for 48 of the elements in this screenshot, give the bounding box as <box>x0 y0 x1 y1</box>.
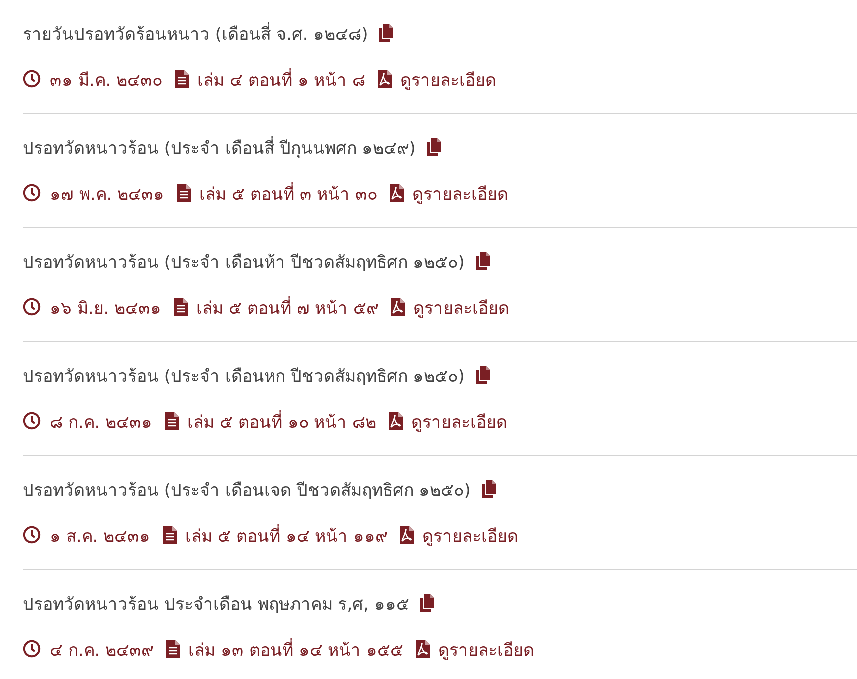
clock-icon <box>23 640 41 658</box>
pdf-file-icon <box>416 640 430 658</box>
details-link[interactable]: ดูรายละเอียด <box>400 66 497 92</box>
pdf-file-icon <box>378 70 392 88</box>
details-link[interactable]: ดูรายละเอียด <box>422 522 519 548</box>
publish-date: ๑๖ มิ.ย. ๒๔๓๑ <box>50 298 162 320</box>
entry-title: ปรอทวัดหนาวร้อน (ประจำ เดือนห้า ปีชวดสัมฤทธิศก ๑๒๕๐) <box>23 252 465 274</box>
copy-icon[interactable] <box>426 138 442 156</box>
copy-icon[interactable] <box>480 480 497 498</box>
document-icon <box>164 412 179 430</box>
issue-reference: เล่ม ๔ ตอนที่ ๑ หน้า ๘ <box>198 68 366 92</box>
publish-date: ๔ ก.ค. ๒๔๓๙ <box>50 640 154 662</box>
publish-date: ๘ ก.ค. ๒๔๓๑ <box>50 412 153 434</box>
details-link[interactable]: ดูรายละเอียด <box>414 294 510 320</box>
pdf-file-icon <box>388 412 403 430</box>
clock-icon <box>23 526 41 544</box>
issue-reference: เล่ม ๕ ตอนที่ ๑๐ หน้า ๘๒ <box>188 410 377 434</box>
clock-icon <box>23 184 41 202</box>
publish-date: ๑ ส.ค. ๒๔๓๑ <box>50 526 151 548</box>
publish-date: ๑๗ พ.ค. ๒๔๓๑ <box>50 184 165 206</box>
clock-icon <box>23 298 41 316</box>
document-icon <box>176 184 191 202</box>
entry-title: ปรอทวัดหนาวร้อน (ประจำ เดือนหก ปีชวดสัมฤทธิศก ๑๒๕๐) <box>23 366 465 388</box>
pdf-file-icon <box>390 298 405 316</box>
issue-reference: เล่ม ๕ ตอนที่ ๑๔ หน้า ๑๑๙ <box>186 524 388 548</box>
copy-icon[interactable] <box>474 366 491 384</box>
issue-reference: เล่ม ๑๓ ตอนที่ ๑๔ หน้า ๑๕๕ <box>188 638 404 662</box>
copy-icon[interactable] <box>474 252 491 270</box>
copy-icon[interactable] <box>419 594 436 612</box>
document-icon <box>166 640 180 658</box>
document-icon <box>174 70 189 88</box>
clock-icon <box>23 70 41 88</box>
pdf-file-icon <box>400 526 414 544</box>
publish-date: ๓๑ มี.ค. ๒๔๓๐ <box>50 70 163 92</box>
entry-title: ปรอทวัดหนาวร้อน ประจำเดือน พฤษภาคม ร,ศ, ๑๑๕ <box>23 594 410 616</box>
entry-title: ปรอทวัดหนาวร้อน (ประจำ เดือนเจด ปีชวดสัมฤทธิศก ๑๒๕๐) <box>23 480 471 502</box>
entry-title: รายวันปรอทวัดร้อนหนาว (เดือนสี่ จ.ศ. ๑๒๔๘) <box>23 22 368 46</box>
issue-reference: เล่ม ๕ ตอนที่ ๗ หน้า ๕๙ <box>196 296 379 320</box>
entry-title: ปรอทวัดหนาวร้อน (ประจำ เดือนสี่ ปีกุนนพศก ๑๒๔๙) <box>23 136 416 160</box>
issue-reference: เล่ม ๕ ตอนที่ ๓ หน้า ๓๐ <box>200 182 378 206</box>
document-icon <box>174 298 188 316</box>
pdf-file-icon <box>390 184 404 202</box>
copy-icon[interactable] <box>378 24 394 42</box>
clock-icon <box>23 412 41 430</box>
document-icon <box>162 526 177 544</box>
details-link[interactable]: ดูรายละเอียด <box>412 180 509 206</box>
details-link[interactable]: ดูรายละเอียด <box>412 408 508 434</box>
details-link[interactable]: ดูรายละเอียด <box>438 636 535 662</box>
